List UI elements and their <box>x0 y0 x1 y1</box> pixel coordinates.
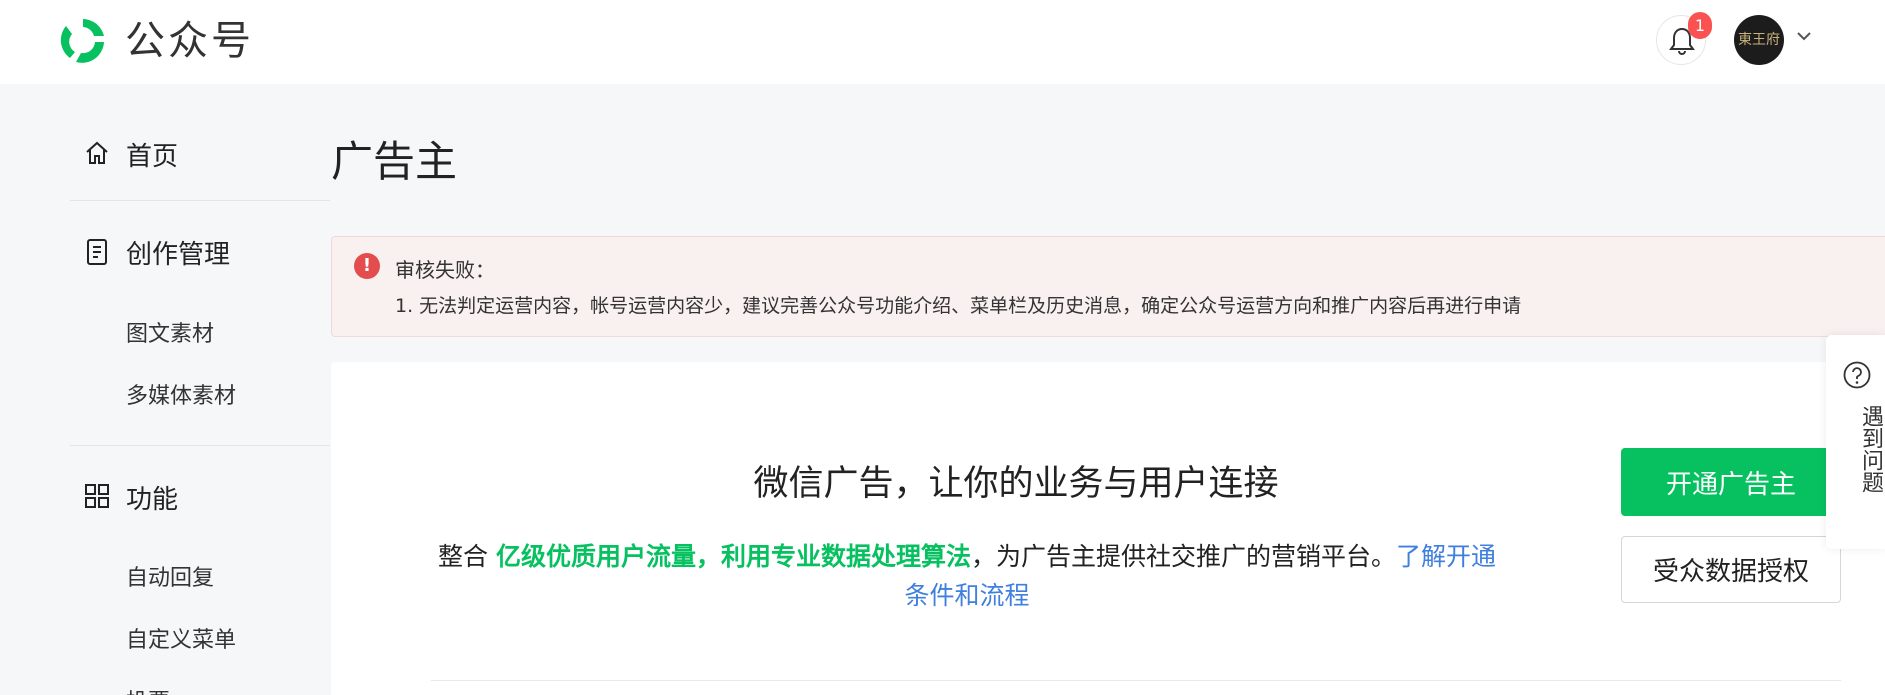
sidebar-item-image-text[interactable]: 图文素材 <box>126 316 214 348</box>
sidebar-home-label: 首页 <box>126 142 179 172</box>
sidebar-item-custom-menu[interactable]: 自定义菜单 <box>126 622 236 654</box>
brand-name[interactable]: 公众号 <box>125 14 254 68</box>
review-failed-alert: ! 审核失败： 1. 无法判定运营内容，帐号运营内容少，建议完善公众号功能介绍、… <box>331 236 1885 337</box>
help-float-button[interactable]: 遇到问题 <box>1826 335 1885 549</box>
sidebar-item-auto-reply[interactable]: 自动回复 <box>126 560 214 592</box>
open-advertiser-button[interactable]: 开通广告主 <box>1621 448 1841 516</box>
sidebar-features-label: 功能 <box>126 485 179 515</box>
alert-title: 审核失败： <box>395 258 495 282</box>
help-label: 遇到问题 <box>1858 405 1883 493</box>
avatar[interactable]: 東王府 <box>1734 15 1784 65</box>
audience-data-auth-button[interactable]: 受众数据授权 <box>1621 536 1841 603</box>
card-divider <box>431 680 1841 681</box>
sidebar-item-creation[interactable]: 创作管理 <box>70 221 330 281</box>
wechat-official-logo-icon[interactable] <box>56 14 110 68</box>
desc-prefix: 整合 <box>438 542 496 571</box>
document-icon <box>87 239 107 265</box>
alert-message: 1. 无法判定运营内容，帐号运营内容少，建议完善公众号功能介绍、菜单栏及历史消息… <box>395 295 1522 317</box>
advertiser-card: 微信广告，让你的业务与用户连接 整合 亿级优质用户流量，利用专业数据处理算法，为… <box>331 362 1885 695</box>
question-circle-icon <box>1843 361 1871 389</box>
sidebar: 首页 创作管理 图文素材 多媒体素材 功能 自动回复 自定义菜单 投票 <box>70 84 330 695</box>
card-headline: 微信广告，让你的业务与用户连接 <box>753 464 1279 504</box>
desc-middle: ，为广告主提供社交推广的营销平台。 <box>970 542 1396 571</box>
chevron-down-icon[interactable] <box>1797 32 1811 41</box>
home-icon <box>86 141 108 164</box>
sidebar-item-features[interactable]: 功能 <box>70 466 330 526</box>
top-bar: 公众号 1 東王府 <box>0 0 1885 84</box>
notification-badge: 1 <box>1688 12 1712 39</box>
avatar-label: 東王府 <box>1738 32 1780 48</box>
sidebar-item-multimedia[interactable]: 多媒体素材 <box>126 378 236 410</box>
sidebar-item-vote[interactable]: 投票 <box>126 684 170 695</box>
card-description: 整合 亿级优质用户流量，利用专业数据处理算法，为广告主提供社交推广的营销平台。了… <box>437 537 1497 615</box>
page-title: 广告主 <box>331 137 458 186</box>
error-icon: ! <box>354 253 380 279</box>
desc-highlight: 亿级优质用户流量，利用专业数据处理算法 <box>495 542 971 571</box>
sidebar-divider <box>70 200 330 201</box>
sidebar-divider <box>70 445 330 446</box>
sidebar-item-home[interactable]: 首页 <box>70 123 330 183</box>
sidebar-creation-label: 创作管理 <box>126 240 231 270</box>
grid-icon <box>85 484 109 508</box>
